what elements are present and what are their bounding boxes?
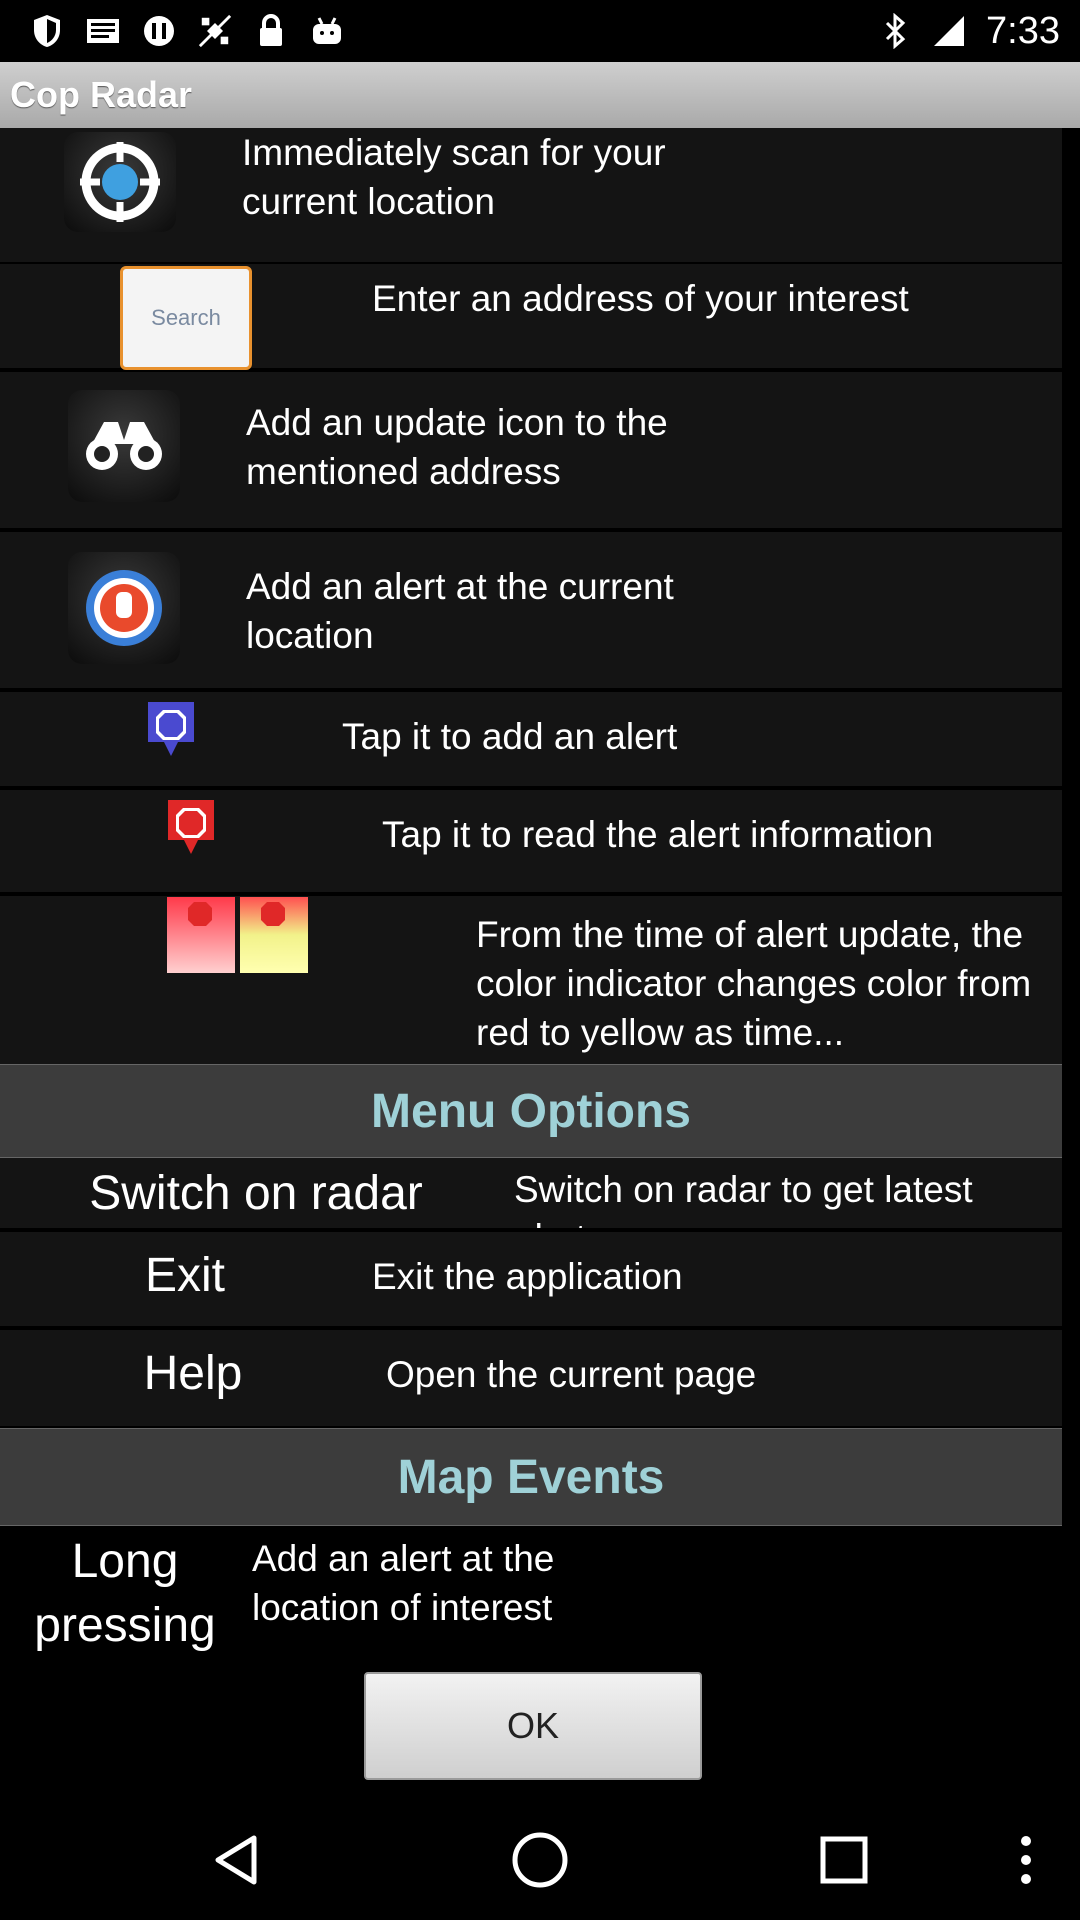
help-content[interactable]: Immediately scan for your current locati… (0, 128, 1062, 1778)
feature-row-tap-add: Tap it to add an alert (0, 692, 1062, 786)
status-time: 7:33 (986, 9, 1060, 52)
status-bar: 7:33 (0, 0, 1080, 62)
menu-option-name: Switch on radar (89, 1167, 423, 1220)
feature-row-update-icon: Add an update icon to the mentioned addr… (0, 372, 1062, 528)
feature-text: Immediately scan for your current locati… (242, 132, 666, 222)
feature-text: Tap it to add an alert (342, 716, 678, 757)
feature-row-color-indicator: From the time of alert update, the color… (0, 896, 1062, 1066)
search-button-icon[interactable]: Search (120, 266, 252, 370)
mail-icon (86, 14, 120, 48)
menu-option-exit: Exit Exit the application (0, 1232, 1062, 1326)
feature-text: Add an alert at the current location (246, 566, 674, 656)
menu-option-desc: Open the current page (386, 1354, 757, 1395)
app-title-bar: Cop Radar (0, 62, 1080, 128)
lock-icon (254, 14, 288, 48)
status-bar-right: 7:33 (878, 10, 1080, 53)
menu-option-name: Help (143, 1347, 243, 1400)
recents-icon[interactable] (812, 1828, 876, 1892)
map-event-desc: Add an alert at the location of interest (252, 1538, 555, 1628)
binoculars-icon[interactable] (68, 390, 180, 502)
menu-option-desc: Exit the application (372, 1256, 683, 1297)
menu-options-header: Menu Options (0, 1064, 1062, 1158)
status-bar-left (0, 14, 344, 48)
ok-button[interactable]: OK (364, 1672, 702, 1780)
stop-marker-blue-icon[interactable] (146, 700, 196, 763)
scrollbar[interactable] (1062, 128, 1080, 1778)
menu-options-title: Menu Options (371, 1084, 691, 1138)
feature-row-tap-read: Tap it to read the alert information (0, 790, 1062, 892)
menu-option-switch-radar: Switch on radar Switch on radar to get l… (0, 1158, 1062, 1228)
feature-row-search: Search Enter an address of your interest (0, 264, 1062, 370)
app-title: Cop Radar (10, 74, 193, 115)
map-events-title: Map Events (397, 1450, 665, 1504)
feature-row-scan: Immediately scan for your current locati… (0, 128, 1062, 262)
back-icon[interactable] (204, 1828, 268, 1892)
menu-option-name: Exit (144, 1249, 225, 1302)
feature-text: Add an update icon to the mentioned addr… (246, 402, 668, 492)
overflow-menu-icon[interactable] (996, 1828, 1056, 1892)
radar-target-icon[interactable] (64, 132, 176, 232)
navigation-bar (0, 1800, 1080, 1920)
hand-stop-icon[interactable] (68, 552, 180, 664)
menu-option-help: Help Open the current page (0, 1330, 1062, 1426)
feature-text: Enter an address of your interest (372, 278, 909, 319)
color-indicator-icons (166, 896, 310, 979)
feature-text: From the time of alert update, the color… (476, 914, 1032, 1053)
stop-marker-red-icon[interactable] (166, 798, 216, 861)
feature-text: Tap it to read the alert information (382, 814, 934, 855)
map-event-long-press: Long pressing Add an alert at the locati… (0, 1526, 1062, 1656)
menu-option-desc: Switch on radar to get latest alerts (514, 1169, 973, 1228)
shield-icon (30, 14, 64, 48)
feature-row-alert-current: Add an alert at the current location (0, 532, 1062, 688)
home-icon[interactable] (508, 1828, 572, 1892)
sync-icon (142, 14, 176, 48)
android-icon (310, 14, 344, 48)
bluetooth-icon (878, 13, 912, 49)
gps-off-icon (198, 14, 232, 48)
map-events-header: Map Events (0, 1428, 1062, 1526)
signal-icon (932, 14, 966, 48)
map-event-name: Long pressing (34, 1535, 216, 1652)
